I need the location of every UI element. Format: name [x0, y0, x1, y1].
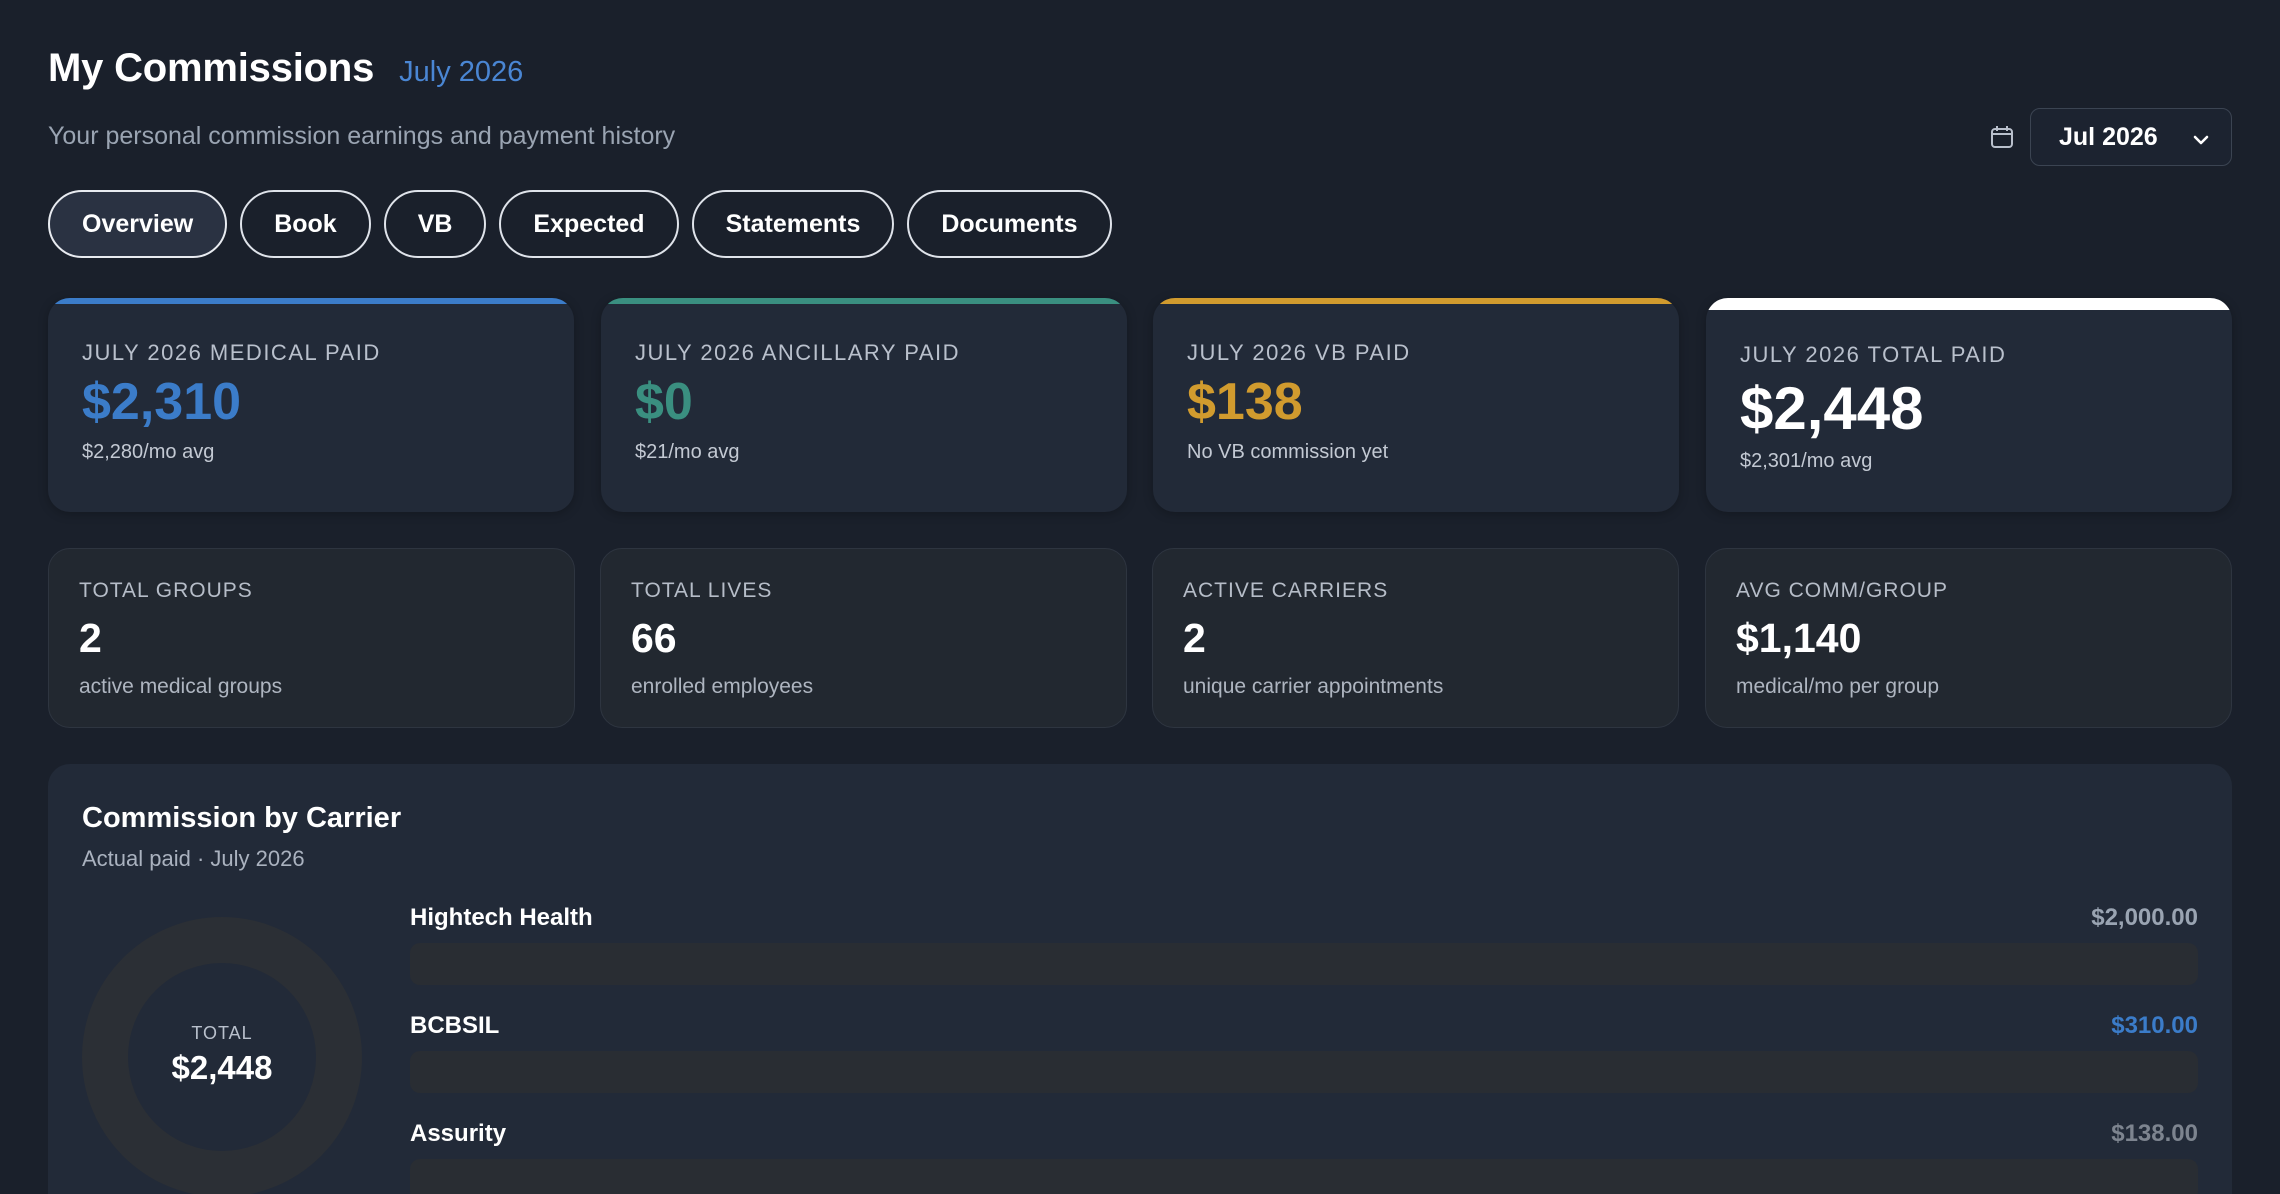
- donut-caption: TOTAL: [191, 1023, 253, 1043]
- donut-total: $2,448: [171, 1049, 273, 1086]
- stat-sub: active medical groups: [79, 675, 283, 698]
- stat-card-active-carriers: ACTIVE CARRIERS 2 unique carrier appoint…: [1152, 548, 1679, 728]
- tab-documents[interactable]: Documents: [907, 190, 1112, 258]
- carrier-row: Assurity $138.00: [410, 1120, 2198, 1194]
- panel-title: Commission by Carrier: [82, 802, 402, 834]
- panel-subtitle: Actual paid · July 2026: [82, 846, 305, 871]
- carrier-donut-chart: TOTAL $2,448: [82, 917, 362, 1194]
- kpi-value: $2,448: [1740, 375, 1924, 442]
- carrier-amount: $310.00: [2111, 1012, 2198, 1039]
- stat-value: $1,140: [1736, 615, 1862, 661]
- kpi-label: JULY 2026 TOTAL PAID: [1740, 342, 2007, 367]
- stat-sub: enrolled employees: [631, 675, 814, 698]
- kpi-value: $0: [635, 373, 693, 431]
- month-select-value: Jul 2026: [2059, 122, 2158, 151]
- kpi-accent-bar: [1153, 298, 1679, 304]
- carrier-bar-track: [410, 943, 2198, 985]
- month-picker: Jul 2026: [1988, 108, 2232, 166]
- kpi-label: JULY 2026 MEDICAL PAID: [82, 340, 381, 365]
- tab-book[interactable]: Book: [240, 190, 371, 258]
- title-row: My Commissions July 2026: [48, 46, 523, 91]
- calendar-icon[interactable]: [1988, 123, 2016, 151]
- stat-card-avg-comm: AVG COMM/GROUP $1,140 medical/mo per gro…: [1705, 548, 2232, 728]
- carrier-amount: $138.00: [2111, 1120, 2198, 1147]
- carrier-list: Hightech Health $2,000.00 BCBSIL $310.00…: [410, 904, 2198, 1194]
- kpi-accent-bar: [48, 298, 574, 304]
- kpi-value: $138: [1187, 373, 1303, 431]
- carrier-name: BCBSIL: [410, 1012, 500, 1039]
- tab-bar: Overview Book VB Expected Statements Doc…: [48, 190, 1112, 258]
- stat-sub: unique carrier appointments: [1183, 675, 1444, 698]
- kpi-accent-bar: [1706, 298, 2232, 310]
- kpi-label: JULY 2026 ANCILLARY PAID: [635, 340, 961, 365]
- carrier-name: Hightech Health: [410, 904, 593, 931]
- stat-value: 66: [631, 615, 677, 661]
- tab-vb[interactable]: VB: [383, 190, 487, 258]
- kpi-sub: $2,301/mo avg: [1740, 450, 1873, 472]
- page-title: My Commissions: [48, 46, 375, 90]
- stat-value: 2: [79, 615, 102, 661]
- chevron-down-icon: [2191, 128, 2211, 157]
- tab-expected[interactable]: Expected: [499, 190, 679, 258]
- kpi-sub: $21/mo avg: [635, 441, 740, 463]
- carrier-row: Hightech Health $2,000.00: [410, 904, 2198, 1012]
- tab-overview[interactable]: Overview: [48, 190, 228, 258]
- stats-row: TOTAL GROUPS 2 active medical groups TOT…: [48, 548, 2232, 728]
- kpi-label: JULY 2026 VB PAID: [1187, 340, 1411, 365]
- kpi-sub: No VB commission yet: [1187, 441, 1389, 463]
- month-select[interactable]: Jul 2026: [2030, 108, 2232, 166]
- tab-statements[interactable]: Statements: [691, 190, 895, 258]
- stat-sub: medical/mo per group: [1736, 675, 1940, 698]
- stat-label: AVG COMM/GROUP: [1736, 579, 1948, 602]
- kpi-card-total: JULY 2026 TOTAL PAID $2,448 $2,301/mo av…: [1706, 298, 2232, 512]
- kpi-card-vb: JULY 2026 VB PAID $138 No VB commission …: [1153, 298, 1679, 512]
- kpi-sub: $2,280/mo avg: [82, 441, 215, 463]
- commission-by-carrier-panel: Commission by Carrier Actual paid · July…: [48, 764, 2232, 1194]
- commissions-page: My Commissions July 2026 Your personal c…: [48, 0, 2232, 1194]
- kpi-card-ancillary: JULY 2026 ANCILLARY PAID $0 $21/mo avg: [601, 298, 1127, 512]
- page-period: July 2026: [399, 56, 524, 88]
- kpi-value: $2,310: [82, 373, 242, 431]
- stat-label: TOTAL GROUPS: [79, 579, 253, 602]
- kpi-accent-bar: [601, 298, 1127, 304]
- kpi-card-medical: JULY 2026 MEDICAL PAID $2,310 $2,280/mo …: [48, 298, 574, 512]
- carrier-bar-track: [410, 1159, 2198, 1194]
- stat-label: TOTAL LIVES: [631, 579, 773, 602]
- carrier-row: BCBSIL $310.00: [410, 1012, 2198, 1120]
- stat-card-total-groups: TOTAL GROUPS 2 active medical groups: [48, 548, 575, 728]
- carrier-amount: $2,000.00: [2091, 904, 2198, 931]
- carrier-name: Assurity: [410, 1120, 507, 1147]
- stat-value: 2: [1183, 615, 1206, 661]
- stat-card-total-lives: TOTAL LIVES 66 enrolled employees: [600, 548, 1127, 728]
- carrier-bar-track: [410, 1051, 2198, 1093]
- kpi-row: JULY 2026 MEDICAL PAID $2,310 $2,280/mo …: [48, 298, 2232, 512]
- page-subtitle: Your personal commission earnings and pa…: [48, 122, 676, 150]
- stat-label: ACTIVE CARRIERS: [1183, 579, 1389, 602]
